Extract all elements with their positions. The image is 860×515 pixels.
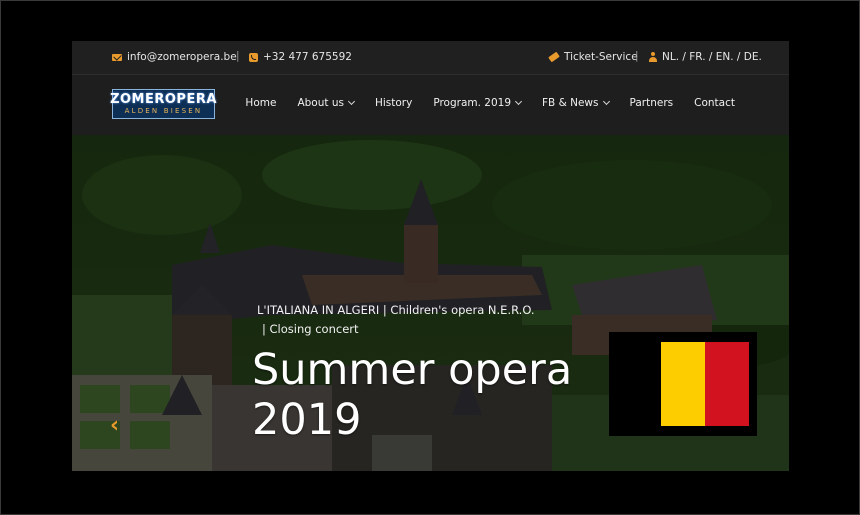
top-contact-bar: info@zomeropera.be | +32 477 675592 Tick… bbox=[72, 41, 789, 75]
phone-icon bbox=[249, 52, 258, 62]
website: info@zomeropera.be | +32 477 675592 Tick… bbox=[72, 41, 789, 471]
chevron-left-icon[interactable]: ‹ bbox=[110, 415, 128, 437]
hero-title-line-1: Summer opera bbox=[252, 345, 573, 395]
nav-item-history[interactable]: History bbox=[375, 97, 412, 109]
hero-title-line-2: 2019 bbox=[252, 395, 362, 445]
ticket-icon bbox=[548, 51, 560, 63]
user-icon bbox=[649, 52, 657, 62]
nav-item-fb-news[interactable]: FB & News bbox=[542, 97, 610, 109]
language-options: NL. / FR. / EN. / DE. bbox=[662, 51, 762, 63]
email-text: info@zomeropera.be bbox=[127, 51, 237, 63]
chevron-down-icon bbox=[514, 97, 523, 106]
hero-tagline-line-2: | Closing concert bbox=[262, 322, 359, 336]
nav-item-partners[interactable]: Partners bbox=[630, 97, 674, 109]
nav-item-about-us[interactable]: About us bbox=[297, 97, 355, 109]
site-logo[interactable]: ZOMEROPERA ALDEN BIESEN bbox=[110, 89, 217, 119]
flag-stripe-red bbox=[705, 342, 749, 426]
nav-item-program[interactable]: Program. 2019 bbox=[433, 97, 523, 109]
nav-item-home[interactable]: Home bbox=[245, 97, 276, 109]
main-navbar: ZOMEROPERA ALDEN BIESEN Home About us Hi… bbox=[72, 75, 789, 135]
flag-stripe-yellow bbox=[661, 342, 705, 426]
ticket-service-link[interactable]: Ticket-Service bbox=[548, 51, 638, 63]
ticket-service-text: Ticket-Service bbox=[564, 51, 638, 63]
hero-tagline-line-1: L'ITALIANA IN ALGERI | Children's opera … bbox=[257, 303, 535, 317]
nav-item-label: Partners bbox=[629, 97, 674, 109]
nav-item-label: Program. 2019 bbox=[433, 97, 512, 109]
nav-item-label: Contact bbox=[694, 97, 735, 109]
phone-text: +32 477 675592 bbox=[263, 51, 352, 63]
nav-item-label: FB & News bbox=[542, 97, 599, 109]
email-link[interactable]: info@zomeropera.be bbox=[112, 51, 237, 63]
logo-subtitle: ALDEN BIESEN bbox=[124, 107, 203, 115]
topbar-separator: | bbox=[635, 50, 639, 62]
nav-item-label: History bbox=[374, 97, 413, 109]
nav-item-label: Home bbox=[245, 97, 277, 109]
topbar-separator: | bbox=[236, 50, 240, 62]
hero-tagline: L'ITALIANA IN ALGERI | Children's opera … bbox=[257, 301, 547, 339]
chevron-down-icon bbox=[347, 97, 355, 106]
nav-menu: Home About us History Program. 2019 FB &… bbox=[245, 97, 735, 109]
language-flag-overlay bbox=[609, 332, 757, 436]
belgian-flag-icon[interactable] bbox=[661, 342, 749, 426]
chevron-down-icon bbox=[602, 97, 610, 106]
logo-title: ZOMEROPERA bbox=[110, 92, 217, 107]
hero-slider: L'ITALIANA IN ALGERI | Children's opera … bbox=[72, 135, 789, 471]
nav-item-label: About us bbox=[297, 97, 344, 109]
mail-icon bbox=[112, 53, 122, 61]
phone-link[interactable]: +32 477 675592 bbox=[249, 51, 352, 63]
nav-item-contact[interactable]: Contact bbox=[694, 97, 735, 109]
language-selector[interactable]: NL. / FR. / EN. / DE. bbox=[649, 51, 762, 63]
hero-title: Summer opera 2019 bbox=[252, 345, 572, 445]
